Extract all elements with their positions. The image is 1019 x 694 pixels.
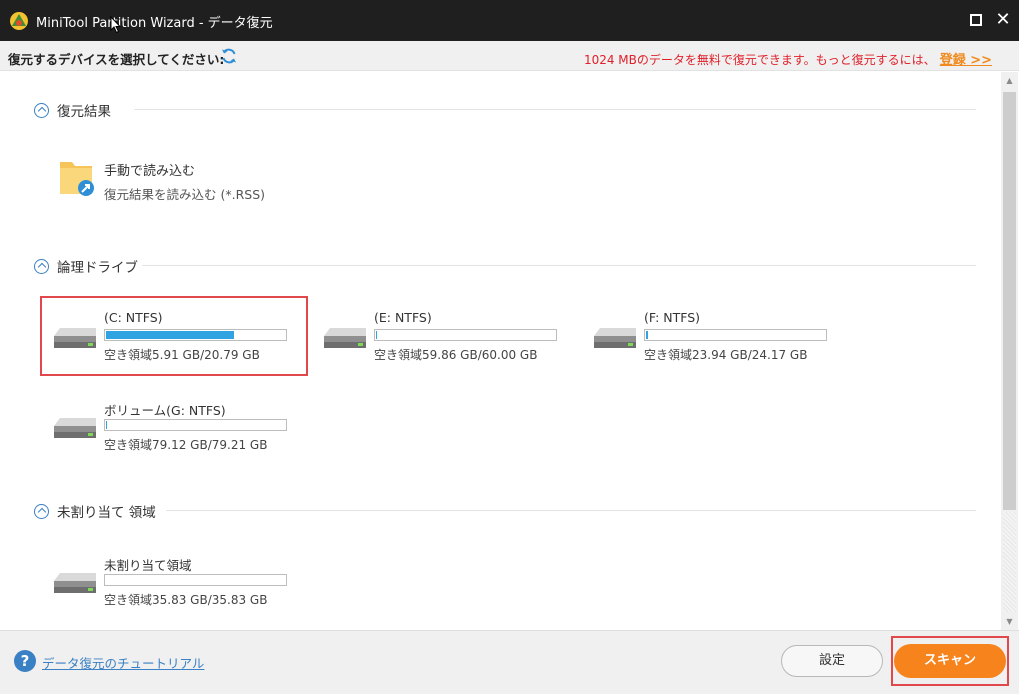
usage-fill bbox=[106, 331, 234, 339]
load-manually-item[interactable]: 手動で読み込む 復元結果を読み込む (*.RSS) bbox=[56, 154, 306, 204]
quota-text: 1024 MBのデータを無料で復元できます。もっと復元するには、 bbox=[583, 53, 936, 67]
drive-label: (E: NTFS) bbox=[374, 310, 432, 325]
device-list-panel: 復元結果 手動で読み込む 復元結果を読み込む (*.RSS) 論理ドライブ (C… bbox=[6, 72, 1000, 630]
scroll-track[interactable] bbox=[1003, 512, 1016, 612]
drive-free-space: 空き領域23.94 GB/24.17 GB bbox=[644, 348, 808, 362]
help-icon[interactable]: ? bbox=[14, 650, 36, 672]
close-button[interactable]: ✕ bbox=[993, 10, 1013, 30]
usage-bar bbox=[104, 574, 287, 586]
title-bar: MiniTool Partition Wizard - データ復元 ✕ bbox=[0, 0, 1019, 41]
hard-drive-icon bbox=[594, 328, 636, 348]
hard-drive-icon bbox=[54, 328, 96, 348]
collapse-icon[interactable] bbox=[34, 258, 49, 274]
usage-fill bbox=[376, 331, 377, 339]
drive-g[interactable]: ボリューム(G: NTFS) 空き領域79.12 GB/79.21 GB bbox=[52, 398, 302, 458]
section-logical-drives[interactable]: 論理ドライブ bbox=[34, 256, 138, 276]
usage-fill bbox=[646, 331, 648, 339]
section-recovery-result[interactable]: 復元結果 bbox=[34, 100, 111, 120]
unallocated-space[interactable]: 未割り当て領域 空き領域35.83 GB/35.83 GB bbox=[52, 553, 302, 613]
load-subtitle: 復元結果を読み込む (*.RSS) bbox=[104, 187, 266, 202]
usage-bar bbox=[104, 329, 287, 341]
drive-e[interactable]: (E: NTFS) 空き領域59.86 GB/60.00 GB bbox=[322, 308, 572, 368]
refresh-icon[interactable] bbox=[220, 47, 238, 65]
usage-bar bbox=[644, 329, 827, 341]
section-unallocated[interactable]: 未割り当て 領域 bbox=[34, 501, 156, 521]
footer-bar: ? データ復元のチュートリアル 設定 スキャン bbox=[0, 630, 1019, 694]
maximize-button[interactable] bbox=[966, 10, 986, 30]
section-title: 未割り当て 領域 bbox=[57, 505, 156, 521]
section-divider bbox=[166, 510, 976, 511]
settings-button[interactable]: 設定 bbox=[781, 645, 883, 677]
section-title: 論理ドライブ bbox=[57, 260, 138, 276]
hard-drive-icon bbox=[54, 573, 96, 593]
usage-bar bbox=[374, 329, 557, 341]
drive-free-space: 空き領域5.91 GB/20.79 GB bbox=[104, 348, 260, 362]
app-window: MiniTool Partition Wizard - データ復元 ✕ 復元する… bbox=[0, 0, 1019, 694]
scan-button[interactable]: スキャン bbox=[894, 644, 1006, 678]
section-divider bbox=[134, 109, 976, 110]
select-device-prompt: 復元するデバイスを選択してください: bbox=[8, 52, 225, 67]
scroll-down-arrow-icon[interactable]: ▼ bbox=[1001, 613, 1018, 630]
section-title: 復元結果 bbox=[57, 104, 111, 120]
usage-fill bbox=[106, 421, 107, 429]
mouse-cursor-icon bbox=[110, 16, 122, 34]
drive-label: 未割り当て領域 bbox=[104, 558, 192, 573]
load-title: 手動で読み込む bbox=[104, 164, 196, 179]
drive-free-space: 空き領域79.12 GB/79.21 GB bbox=[104, 438, 268, 452]
drive-label: ボリューム(G: NTFS) bbox=[104, 403, 226, 418]
register-link[interactable]: 登録 >> bbox=[940, 53, 992, 68]
section-divider bbox=[142, 265, 976, 266]
app-logo-icon bbox=[10, 12, 28, 30]
drive-label: (F: NTFS) bbox=[644, 310, 701, 325]
folder-load-icon bbox=[60, 162, 94, 196]
drive-label: (C: NTFS) bbox=[104, 310, 163, 325]
collapse-icon[interactable] bbox=[34, 503, 49, 519]
scroll-thumb[interactable] bbox=[1003, 92, 1016, 510]
tutorial-link[interactable]: データ復元のチュートリアル bbox=[42, 653, 204, 672]
usage-bar bbox=[104, 419, 287, 431]
device-select-bar: 復元するデバイスを選択してください: 1024 MBのデータを無料で復元できます… bbox=[0, 41, 1019, 71]
drive-free-space: 空き領域59.86 GB/60.00 GB bbox=[374, 348, 538, 362]
hard-drive-icon bbox=[54, 418, 96, 438]
scroll-up-arrow-icon[interactable]: ▲ bbox=[1001, 72, 1018, 89]
drive-f[interactable]: (F: NTFS) 空き領域23.94 GB/24.17 GB bbox=[592, 308, 842, 368]
drive-c[interactable]: (C: NTFS) 空き領域5.91 GB/20.79 GB bbox=[52, 308, 302, 368]
collapse-icon[interactable] bbox=[34, 102, 49, 118]
drive-free-space: 空き領域35.83 GB/35.83 GB bbox=[104, 593, 268, 607]
maximize-icon bbox=[970, 14, 982, 26]
hard-drive-icon bbox=[324, 328, 366, 348]
window-title: MiniTool Partition Wizard - データ復元 bbox=[36, 16, 273, 31]
vertical-scrollbar[interactable]: ▲ ▼ bbox=[1001, 72, 1018, 630]
free-quota-notice: 1024 MBのデータを無料で復元できます。もっと復元するには、 登録 >> bbox=[584, 49, 992, 68]
